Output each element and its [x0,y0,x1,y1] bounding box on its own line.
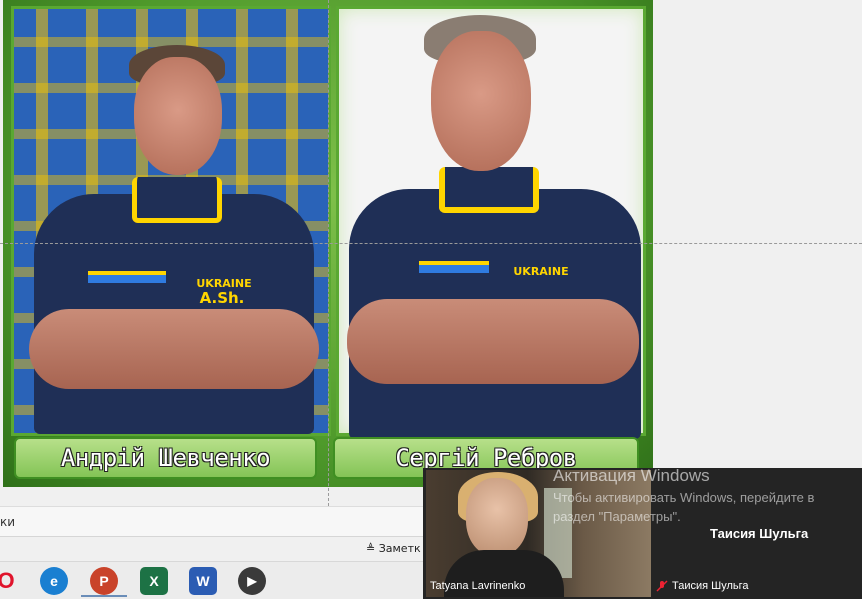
participant-right-name: Таисия Шульга [710,526,809,541]
notes-label: ки [0,515,16,529]
participant-right-bottom-name: Таисия Шульга [672,580,749,592]
notes-button[interactable]: ≜ Заметк [366,542,421,555]
activation-text: Чтобы активировать Windows, перейдите в … [553,490,815,524]
opera-icon[interactable]: O [0,567,20,595]
crest-right: UKRAINE [513,265,569,278]
photo-right[interactable]: UKRAINE [336,6,646,439]
vertical-guide [328,0,329,506]
photo-left[interactable]: UKRAINE A.Sh. [11,6,331,436]
person-left: UKRAINE A.Sh. [14,9,328,434]
caption-left[interactable]: Андрій Шевченко [14,437,317,479]
participant-right-label: Таисия Шульга [656,580,749,592]
excel-icon[interactable]: X [140,567,168,595]
participant-face [466,478,528,556]
mic-off-icon [656,580,668,592]
media-player-icon[interactable]: ▶ [238,567,266,595]
activation-title: Активация Windows [553,466,710,485]
word-icon[interactable]: W [189,567,217,595]
crest-initials: A.Sh. [199,289,245,307]
horizontal-guide [0,243,862,244]
powerpoint-active-indicator [81,595,127,597]
person-right: UKRAINE [339,9,643,439]
powerpoint-icon[interactable]: P [90,567,118,595]
notes-button-label: Заметк [378,542,421,555]
participant-left-name: Tatyana Lavrinenko [430,580,526,592]
slide-editor-area[interactable]: UKRAINE A.Sh. UKRAINE Андрій Шевченко Се… [0,0,862,506]
edge-icon[interactable]: e [40,567,68,595]
